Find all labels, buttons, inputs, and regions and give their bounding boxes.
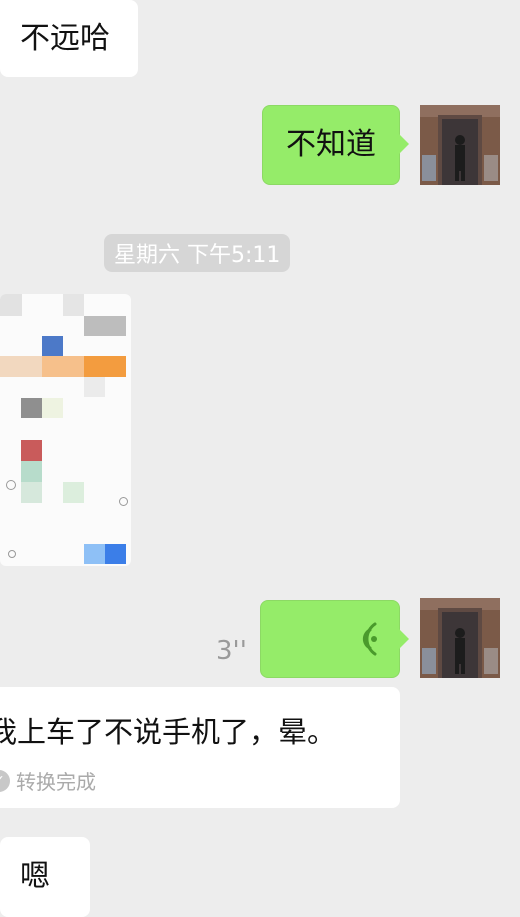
transcription-text: 我上车了不说手机了，晕。 bbox=[0, 715, 337, 749]
image-message-thumbnail[interactable] bbox=[0, 294, 131, 566]
voice-duration: 3'' bbox=[216, 636, 247, 666]
thumb-block bbox=[21, 482, 42, 503]
thumb-block bbox=[105, 544, 126, 564]
avatar[interactable] bbox=[420, 105, 500, 185]
timestamp-divider: 星期六 下午5:11 bbox=[104, 234, 291, 272]
incoming-message-bubble[interactable]: 嗯 bbox=[0, 837, 90, 917]
thumb-block bbox=[42, 398, 63, 418]
message-text: 嗯 bbox=[20, 859, 50, 894]
thumb-block bbox=[21, 398, 42, 418]
thumb-block bbox=[63, 482, 84, 503]
thumb-block bbox=[42, 336, 63, 356]
check-circle-icon: ✓ bbox=[0, 769, 10, 792]
thumb-block bbox=[21, 440, 42, 461]
avatar-photo bbox=[420, 598, 500, 678]
bubble-tail bbox=[399, 629, 409, 649]
voice-message-bubble[interactable] bbox=[260, 600, 409, 678]
thumb-dot-icon bbox=[119, 497, 128, 506]
avatar[interactable] bbox=[420, 598, 500, 678]
thumb-block bbox=[42, 356, 84, 377]
message-text: 不远哈 bbox=[20, 20, 110, 56]
thumb-block bbox=[0, 356, 42, 377]
incoming-message-bubble[interactable]: 不远哈 bbox=[0, 0, 138, 77]
voice-transcription-card[interactable]: 我上车了不说手机了，晕。 ✓ 转换完成 bbox=[0, 687, 400, 808]
thumb-dot-icon bbox=[8, 550, 16, 558]
avatar-photo bbox=[420, 105, 500, 185]
transcription-status: ✓ 转换完成 bbox=[0, 766, 96, 795]
timestamp-text: 星期六 下午5:11 bbox=[114, 243, 281, 268]
voice-wave-icon bbox=[362, 622, 377, 656]
transcription-status-text: 转换完成 bbox=[16, 770, 96, 794]
outgoing-message-bubble[interactable]: 不知道 bbox=[262, 105, 409, 185]
thumb-dot-icon bbox=[6, 480, 16, 490]
message-text: 不知道 bbox=[286, 127, 376, 162]
thumb-block bbox=[84, 377, 105, 397]
thumb-block bbox=[63, 294, 84, 316]
thumb-block bbox=[84, 356, 126, 377]
thumb-block bbox=[0, 294, 22, 316]
bubble-tail bbox=[399, 134, 409, 154]
thumb-block bbox=[84, 544, 105, 564]
thumb-block bbox=[84, 316, 126, 336]
thumb-block bbox=[21, 461, 42, 482]
